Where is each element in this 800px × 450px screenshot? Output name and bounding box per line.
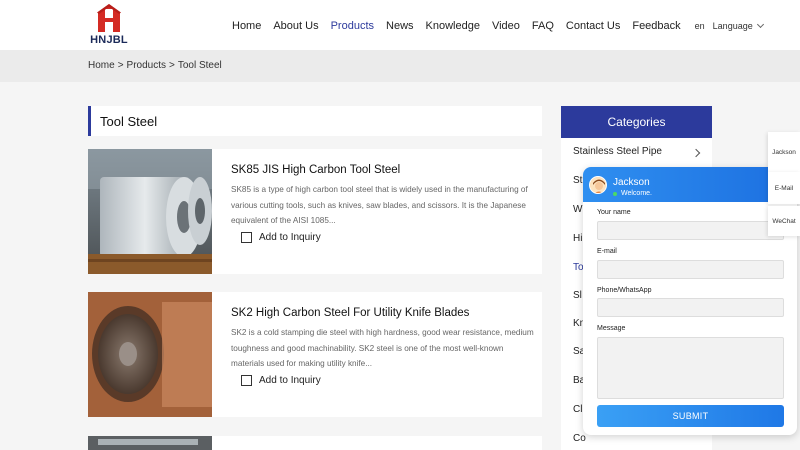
- side-tab-jackson-label: Jackson: [772, 148, 796, 156]
- chat-status: Welcome.: [613, 190, 652, 197]
- product-description: SK2 is a cold stamping die steel with hi…: [231, 328, 534, 368]
- category-item[interactable]: W: [573, 204, 582, 215]
- nav-knowledge[interactable]: Knowledge: [426, 20, 480, 32]
- section-title-bar: Tool Steel: [88, 106, 542, 136]
- breadcrumb-products[interactable]: Products: [127, 60, 166, 71]
- language-selector[interactable]: Language: [712, 20, 764, 31]
- categories-header: Categories: [561, 106, 712, 138]
- category-item[interactable]: Cl: [573, 404, 582, 415]
- online-status-icon: [613, 191, 617, 196]
- product-image[interactable]: [88, 436, 212, 450]
- nav-contact-us[interactable]: Contact Us: [566, 20, 620, 32]
- nav-home[interactable]: Home: [232, 20, 261, 32]
- side-tab-wechat[interactable]: WeChat: [768, 206, 800, 236]
- checkbox-icon: [241, 375, 252, 386]
- chevron-right-icon[interactable]: [691, 148, 701, 158]
- breadcrumb-separator: >: [117, 60, 124, 71]
- nav-faq[interactable]: FAQ: [532, 20, 554, 32]
- product-description: SK85 is a type of high carbon tool steel…: [231, 185, 528, 225]
- chevron-down-icon: [756, 20, 764, 29]
- name-label: Your name: [597, 209, 631, 216]
- language-label: Language: [712, 21, 753, 31]
- category-item[interactable]: Co: [573, 433, 586, 444]
- nav-news[interactable]: News: [386, 20, 414, 32]
- phone-label: Phone/WhatsApp: [597, 287, 652, 294]
- checkbox-icon: [241, 232, 252, 243]
- product-title[interactable]: SK2 High Carbon Steel For Utility Knife …: [231, 307, 469, 319]
- steel-bar-illustration: [88, 292, 212, 417]
- email-field[interactable]: [597, 260, 784, 279]
- add-to-inquiry-button[interactable]: Add to Inquiry: [241, 375, 321, 386]
- message-label: Message: [597, 325, 626, 332]
- language-code[interactable]: en: [695, 21, 705, 31]
- add-to-inquiry-button[interactable]: Add to Inquiry: [241, 232, 321, 243]
- submit-button[interactable]: SUBMIT: [597, 405, 784, 427]
- nav-video[interactable]: Video: [492, 20, 520, 32]
- steel-coil-image[interactable]: [88, 149, 212, 274]
- name-field[interactable]: [597, 221, 784, 240]
- steel-bar-end-image[interactable]: [88, 292, 212, 417]
- nav-feedback[interactable]: Feedback: [632, 20, 680, 32]
- chat-widget: Jackson Welcome. Your name E-mail Phone/…: [583, 167, 797, 435]
- breadcrumb-current: Tool Steel: [177, 60, 222, 71]
- logo-text: HNJBL: [90, 34, 128, 46]
- side-tab-email[interactable]: E-Mail: [768, 172, 800, 204]
- side-tab-email-label: E-Mail: [774, 184, 794, 192]
- category-item[interactable]: Stainless Steel Pipe: [573, 146, 662, 157]
- category-item[interactable]: Hi: [573, 233, 582, 244]
- breadcrumb-separator: >: [169, 60, 175, 71]
- phone-field[interactable]: [597, 298, 784, 317]
- category-item-active[interactable]: To: [573, 262, 584, 273]
- steel-strip-illustration: [88, 436, 212, 450]
- main-nav: Home About Us Products News Knowledge Vi…: [232, 18, 764, 34]
- site-logo[interactable]: HNJBL: [88, 3, 130, 47]
- product-card: [88, 436, 542, 450]
- page-title: Tool Steel: [100, 114, 158, 129]
- logo-icon: [97, 4, 121, 32]
- chat-header[interactable]: Jackson Welcome.: [583, 167, 797, 202]
- side-tab-jackson[interactable]: Jackson: [768, 132, 800, 172]
- avatar-icon: [590, 177, 606, 193]
- message-field[interactable]: [597, 337, 784, 399]
- category-item[interactable]: Sl: [573, 290, 582, 301]
- product-card: SK85 JIS High Carbon Tool Steel SK85 is …: [88, 149, 542, 274]
- nav-about-us[interactable]: About Us: [273, 20, 318, 32]
- add-to-inquiry-label: Add to Inquiry: [259, 232, 321, 243]
- breadcrumb-home[interactable]: Home: [88, 60, 115, 71]
- chat-welcome-text: Welcome.: [621, 190, 652, 197]
- product-title[interactable]: SK85 JIS High Carbon Tool Steel: [231, 164, 400, 176]
- breadcrumb: Home > Products > Tool Steel: [88, 60, 225, 71]
- category-item[interactable]: St: [573, 175, 582, 186]
- chat-agent-name: Jackson: [613, 177, 650, 188]
- avatar: [589, 176, 607, 194]
- product-card: SK2 High Carbon Steel For Utility Knife …: [88, 292, 542, 417]
- side-tab-wechat-label: WeChat: [772, 217, 796, 225]
- email-label: E-mail: [597, 248, 617, 255]
- steel-coil-illustration: [88, 149, 212, 274]
- site-header: HNJBL Home About Us Products News Knowle…: [0, 0, 800, 50]
- nav-products[interactable]: Products: [331, 20, 374, 32]
- add-to-inquiry-label: Add to Inquiry: [259, 375, 321, 386]
